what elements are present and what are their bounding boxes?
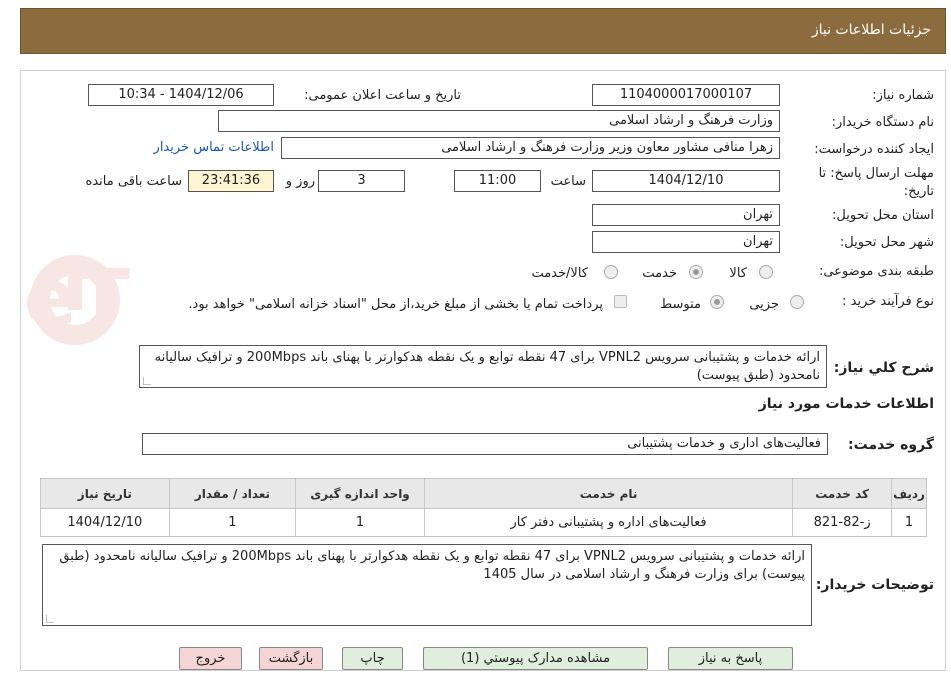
- buyer-notes-textarea[interactable]: ارائه خدمات و پشتیبانی سرویس VPNL2 برای …: [42, 544, 812, 626]
- treasury-payment-checkbox[interactable]: [614, 295, 627, 308]
- remaining-label: ساعت باقی مانده: [85, 174, 182, 189]
- category-both-label: کالا/خدمت: [531, 266, 588, 281]
- col-name-header: نام خدمت: [423, 478, 794, 509]
- resize-grip-icon[interactable]: [46, 615, 54, 623]
- requester-field[interactable]: زهرا منافی مشاور معاون وزیر وزارت فرهنگ …: [281, 137, 780, 159]
- table-header-row: ردیف کد خدمت نام خدمت واحد اندازه گیری ت…: [40, 478, 927, 509]
- announce-label: تاریخ و ساعت اعلان عمومی:: [304, 88, 461, 103]
- services-table: ردیف کد خدمت نام خدمت واحد اندازه گیری ت…: [40, 478, 927, 537]
- col-row-header: ردیف: [891, 478, 927, 509]
- summary-textarea[interactable]: ارائه خدمات و پشتیبانی سرویس VPNL2 برای …: [139, 345, 827, 388]
- category-goods-radio[interactable]: [759, 265, 773, 279]
- back-button[interactable]: بازگشت: [259, 647, 323, 670]
- deadline-date-field[interactable]: 1404/12/10: [592, 170, 780, 192]
- buyer-contact-link[interactable]: اطلاعات تماس خریدار: [154, 140, 274, 155]
- city-label: شهر محل تحویل:: [839, 235, 934, 250]
- buyer-notes-text: ارائه خدمات و پشتیبانی سرویس VPNL2 برای …: [59, 549, 805, 582]
- process-minor-label: جزیی: [749, 297, 779, 312]
- announce-field[interactable]: 1404/12/06 - 10:34: [88, 84, 274, 106]
- days-field[interactable]: 3: [318, 170, 405, 192]
- services-heading: اطلاعات خدمات مورد نیاز: [758, 396, 934, 412]
- category-service-radio[interactable]: [689, 265, 703, 279]
- table-row[interactable]: 1 ز-82-821 فعالیت‌های اداره و پشتیبانی د…: [40, 508, 927, 537]
- attachments-button[interactable]: مشاهده مدارک پیوستي (1): [423, 647, 648, 670]
- service-group-label: گروه خدمت:: [848, 437, 934, 453]
- need-number-field[interactable]: 1104000017000107: [592, 84, 780, 106]
- need-number-label: شماره نیاز:: [872, 88, 934, 103]
- page-header: جزئیات اطلاعات نیاز: [20, 8, 946, 54]
- buyer-notes-label: توضیحات خریدار:: [815, 577, 934, 593]
- deadline-label: مهلت ارسال پاسخ: تا تاریخ:: [818, 166, 934, 199]
- page-title: جزئیات اطلاعات نیاز: [811, 22, 931, 38]
- category-both-radio[interactable]: [604, 265, 618, 279]
- cell-date: 1404/12/10: [40, 508, 170, 537]
- province-label: استان محل تحویل:: [832, 208, 934, 223]
- deadline-time-label: ساعت: [550, 174, 586, 189]
- cell-name: فعالیت‌های اداره و پشتیبانی دفتر کار: [423, 508, 794, 537]
- exit-button[interactable]: خروج: [179, 647, 242, 670]
- cell-qty: 1: [168, 508, 297, 537]
- remaining-time-field: 23:41:36: [188, 170, 274, 192]
- col-code-header: کد خدمت: [792, 478, 893, 509]
- col-unit-header: واحد اندازه گیری: [295, 478, 425, 509]
- cell-unit: 1: [295, 508, 425, 537]
- requester-label: ایجاد کننده درخواست:: [814, 142, 934, 157]
- category-label: طبقه بندی موضوعی:: [818, 264, 934, 279]
- print-button[interactable]: چاپ: [342, 647, 403, 670]
- summary-text: ارائه خدمات و پشتیبانی سرویس VPNL2 برای …: [154, 350, 820, 383]
- reply-button[interactable]: پاسخ به نیاز: [668, 647, 793, 670]
- process-medium-radio[interactable]: [710, 295, 724, 309]
- category-goods-label: کالا: [729, 266, 747, 281]
- category-service-label: خدمت: [642, 266, 677, 281]
- cell-row: 1: [891, 508, 927, 537]
- process-label: نوع فرآیند خرید :: [842, 294, 934, 309]
- deadline-time-field[interactable]: 11:00: [454, 170, 541, 192]
- province-field[interactable]: تهران: [592, 204, 780, 226]
- service-group-field[interactable]: فعالیت‌های اداری و خدمات پشتیبانی: [142, 433, 828, 455]
- resize-grip-icon[interactable]: [143, 377, 151, 385]
- process-medium-label: متوسط: [660, 297, 701, 312]
- treasury-payment-note: پرداخت تمام یا بخشی از مبلغ خرید،از محل …: [188, 297, 603, 312]
- buyer-org-label: نام دستگاه خریدار:: [831, 115, 934, 130]
- process-minor-radio[interactable]: [790, 295, 804, 309]
- buyer-org-field[interactable]: وزارت فرهنگ و ارشاد اسلامی: [218, 110, 780, 132]
- cell-code: ز-82-821: [792, 508, 893, 537]
- summary-label: شرح کلي نیاز:: [833, 360, 934, 376]
- city-field[interactable]: تهران: [592, 231, 780, 253]
- days-label: روز و: [285, 174, 315, 189]
- col-date-header: تاریخ نیاز: [40, 478, 170, 509]
- col-qty-header: تعداد / مقدار: [168, 478, 297, 509]
